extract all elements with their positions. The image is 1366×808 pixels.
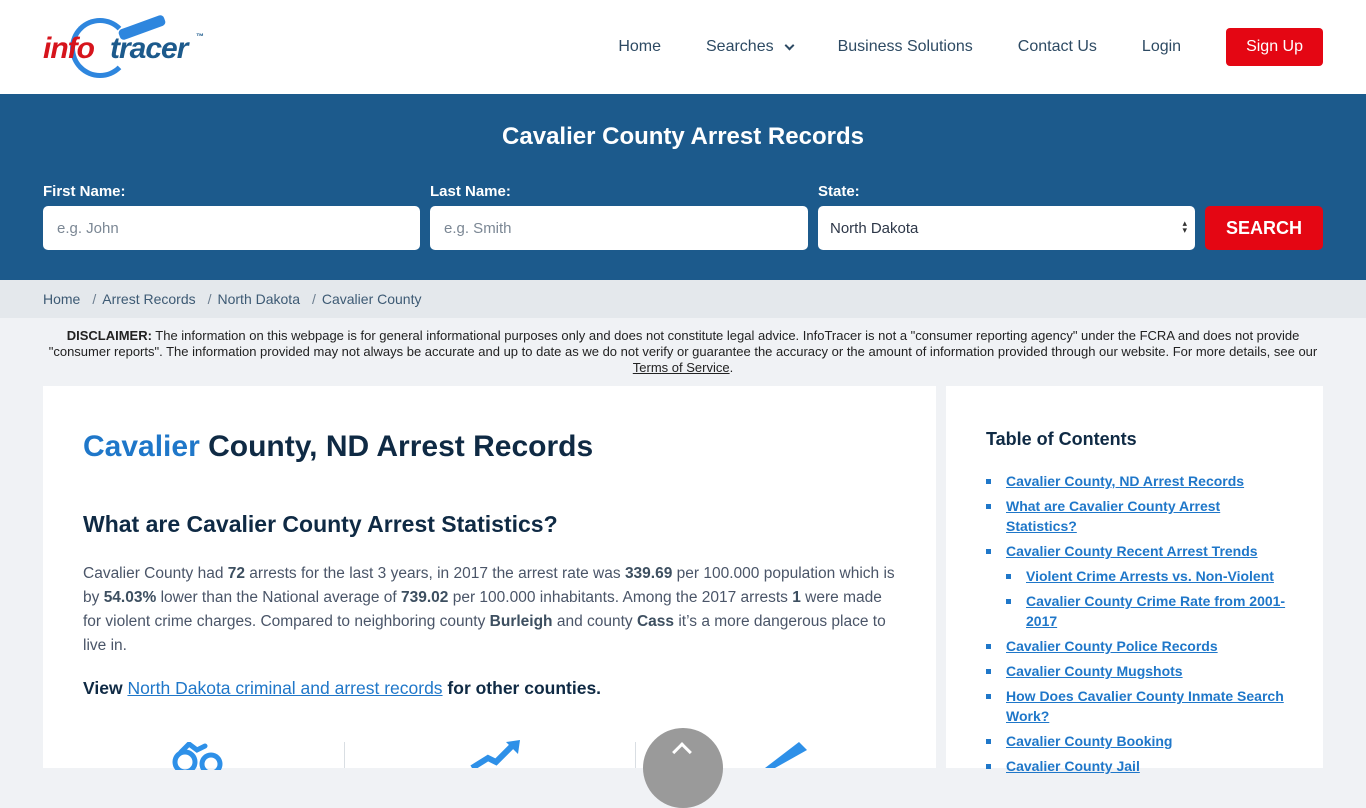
table-of-contents: Table of Contents Cavalier County, ND Ar…: [946, 386, 1323, 774]
statistics-heading: What are Cavalier County Arrest Statisti…: [83, 511, 558, 537]
scroll-top-button[interactable]: [643, 728, 723, 808]
site-header: info tracer ™ Home Searches Business Sol…: [0, 0, 1366, 94]
page-title-accent: Cavalier: [83, 430, 200, 463]
arrests-count: 72: [227, 565, 245, 582]
logo-trademark: ™: [196, 32, 204, 41]
breadcrumb-separator: /: [92, 291, 97, 307]
first-name-placeholder: e.g. John: [57, 219, 119, 237]
para-text: arrests for the last 3 years, in 2017 th…: [245, 565, 625, 582]
north-dakota-records-link[interactable]: North Dakota criminal and arrest records: [127, 678, 442, 698]
para-text: and county: [552, 613, 637, 630]
para-text: Cavalier County had: [83, 565, 228, 582]
nav-searches-label: Searches: [706, 38, 774, 55]
handcuffs-icon: [172, 742, 223, 770]
chevron-down-icon: [784, 40, 795, 50]
stats-icon-row: [43, 736, 936, 770]
toc-item: What are Cavalier County Arrest Statisti…: [986, 496, 1286, 536]
main-nav: Home Searches Business Solutions Contact…: [618, 28, 1323, 66]
toc-title: Table of Contents: [986, 429, 1137, 449]
toc-link[interactable]: Cavalier County Jail: [1006, 758, 1140, 774]
view-suffix: for other counties.: [442, 678, 602, 698]
toc-link[interactable]: Cavalier County Crime Rate from 2001-201…: [1026, 593, 1285, 629]
breadcrumb-separator: /: [311, 291, 316, 307]
breadcrumb-north-dakota[interactable]: North Dakota: [218, 291, 300, 307]
toc-item: Cavalier County Mugshots: [986, 661, 1286, 681]
breadcrumb-separator: /: [207, 291, 212, 307]
view-prefix: View: [83, 678, 128, 698]
terms-of-service-link[interactable]: Terms of Service: [633, 360, 730, 375]
toc-item: Cavalier County Recent Arrest Trends: [986, 541, 1286, 561]
toc-item: Cavalier County Police Records: [986, 636, 1286, 656]
logo-text-tracer: tracer: [110, 32, 188, 65]
toc-link[interactable]: Violent Crime Arrests vs. Non-Violent: [1026, 568, 1274, 584]
chevron-up-icon: [672, 742, 692, 762]
trend-arrow-icon: [470, 740, 520, 768]
page-title: Cavalier County, ND Arrest Records: [83, 430, 593, 464]
last-name-input[interactable]: e.g. Smith: [430, 206, 808, 250]
percent-lower: 54.03%: [103, 589, 157, 606]
nav-login[interactable]: Login: [1142, 38, 1181, 56]
disclaimer-text: The information on this webpage is for g…: [48, 328, 1318, 359]
band-title: Cavalier County Arrest Records: [502, 123, 864, 150]
view-records-line: View North Dakota criminal and arrest re…: [83, 678, 601, 699]
para-text: per 100.000 inhabitants. Among the 2017 …: [448, 589, 793, 606]
toc-item: Cavalier County Booking: [986, 731, 1286, 751]
state-select[interactable]: North Dakota ▴ ▾: [818, 206, 1195, 250]
toc-item: Cavalier County, ND Arrest Records: [986, 471, 1286, 491]
neighbor-county-2: Cass: [636, 613, 675, 630]
toc-link[interactable]: How Does Cavalier County Inmate Search W…: [1006, 688, 1284, 724]
state-value: North Dakota: [830, 219, 919, 237]
search-button[interactable]: SEARCH: [1205, 206, 1323, 250]
breadcrumb-home[interactable]: Home: [43, 291, 80, 307]
first-name-label: First Name:: [43, 183, 126, 200]
arrest-rate: 339.69: [624, 565, 673, 582]
statistics-paragraph: Cavalier County had 72 arrests for the l…: [83, 562, 898, 658]
main-content: Cavalier County, ND Arrest Records What …: [43, 386, 936, 770]
toc-link[interactable]: Cavalier County Mugshots: [1006, 663, 1183, 679]
last-name-placeholder: e.g. Smith: [444, 219, 512, 237]
toc-link[interactable]: Cavalier County Booking: [1006, 733, 1172, 749]
first-name-input[interactable]: e.g. John: [43, 206, 420, 250]
toc-link[interactable]: Cavalier County, ND Arrest Records: [1006, 473, 1244, 489]
nav-business-solutions[interactable]: Business Solutions: [838, 38, 973, 56]
violent-arrests: 1: [792, 589, 801, 606]
breadcrumb-current: Cavalier County: [321, 291, 422, 307]
breadcrumb: Home / Arrest Records / North Dakota / C…: [0, 280, 1366, 318]
disclaimer: DISCLAIMER: The information on this webp…: [43, 328, 1323, 376]
nav-home[interactable]: Home: [618, 38, 661, 56]
national-average: 739.02: [400, 589, 449, 606]
gun-icon: [765, 742, 807, 768]
toc-list: Cavalier County, ND Arrest Records What …: [986, 471, 1286, 781]
toc-link[interactable]: Cavalier County Police Records: [1006, 638, 1218, 654]
signup-button[interactable]: Sign Up: [1226, 28, 1323, 66]
disclaimer-label: DISCLAIMER:: [66, 328, 152, 343]
toc-item: Cavalier County Jail: [986, 756, 1286, 776]
para-text: lower than the National average of: [156, 589, 401, 606]
divider: [344, 742, 345, 768]
neighbor-county-1: Burleigh: [489, 613, 553, 630]
divider: [635, 742, 636, 768]
page-title-rest: County, ND Arrest Records: [199, 430, 594, 463]
toc-item: How Does Cavalier County Inmate Search W…: [986, 686, 1286, 726]
toc-link[interactable]: Cavalier County Recent Arrest Trends: [1006, 543, 1258, 559]
toc-link[interactable]: What are Cavalier County Arrest Statisti…: [1006, 498, 1220, 534]
disclaimer-end: .: [729, 360, 734, 375]
infotracer-logo[interactable]: info tracer ™: [40, 12, 210, 82]
nav-searches[interactable]: Searches: [706, 38, 795, 56]
breadcrumb-arrest-records[interactable]: Arrest Records: [102, 291, 195, 307]
select-arrows-icon: ▴ ▾: [1182, 218, 1187, 235]
nav-contact-us[interactable]: Contact Us: [1018, 38, 1097, 56]
toc-subitem: Cavalier County Crime Rate from 2001-201…: [1006, 591, 1286, 631]
search-band: Cavalier County Arrest Records First Nam…: [0, 94, 1366, 280]
logo-text-info: info: [43, 32, 95, 65]
toc-subitem: Violent Crime Arrests vs. Non-Violent: [1006, 566, 1286, 586]
last-name-label: Last Name:: [430, 183, 511, 200]
state-label: State:: [818, 183, 860, 200]
